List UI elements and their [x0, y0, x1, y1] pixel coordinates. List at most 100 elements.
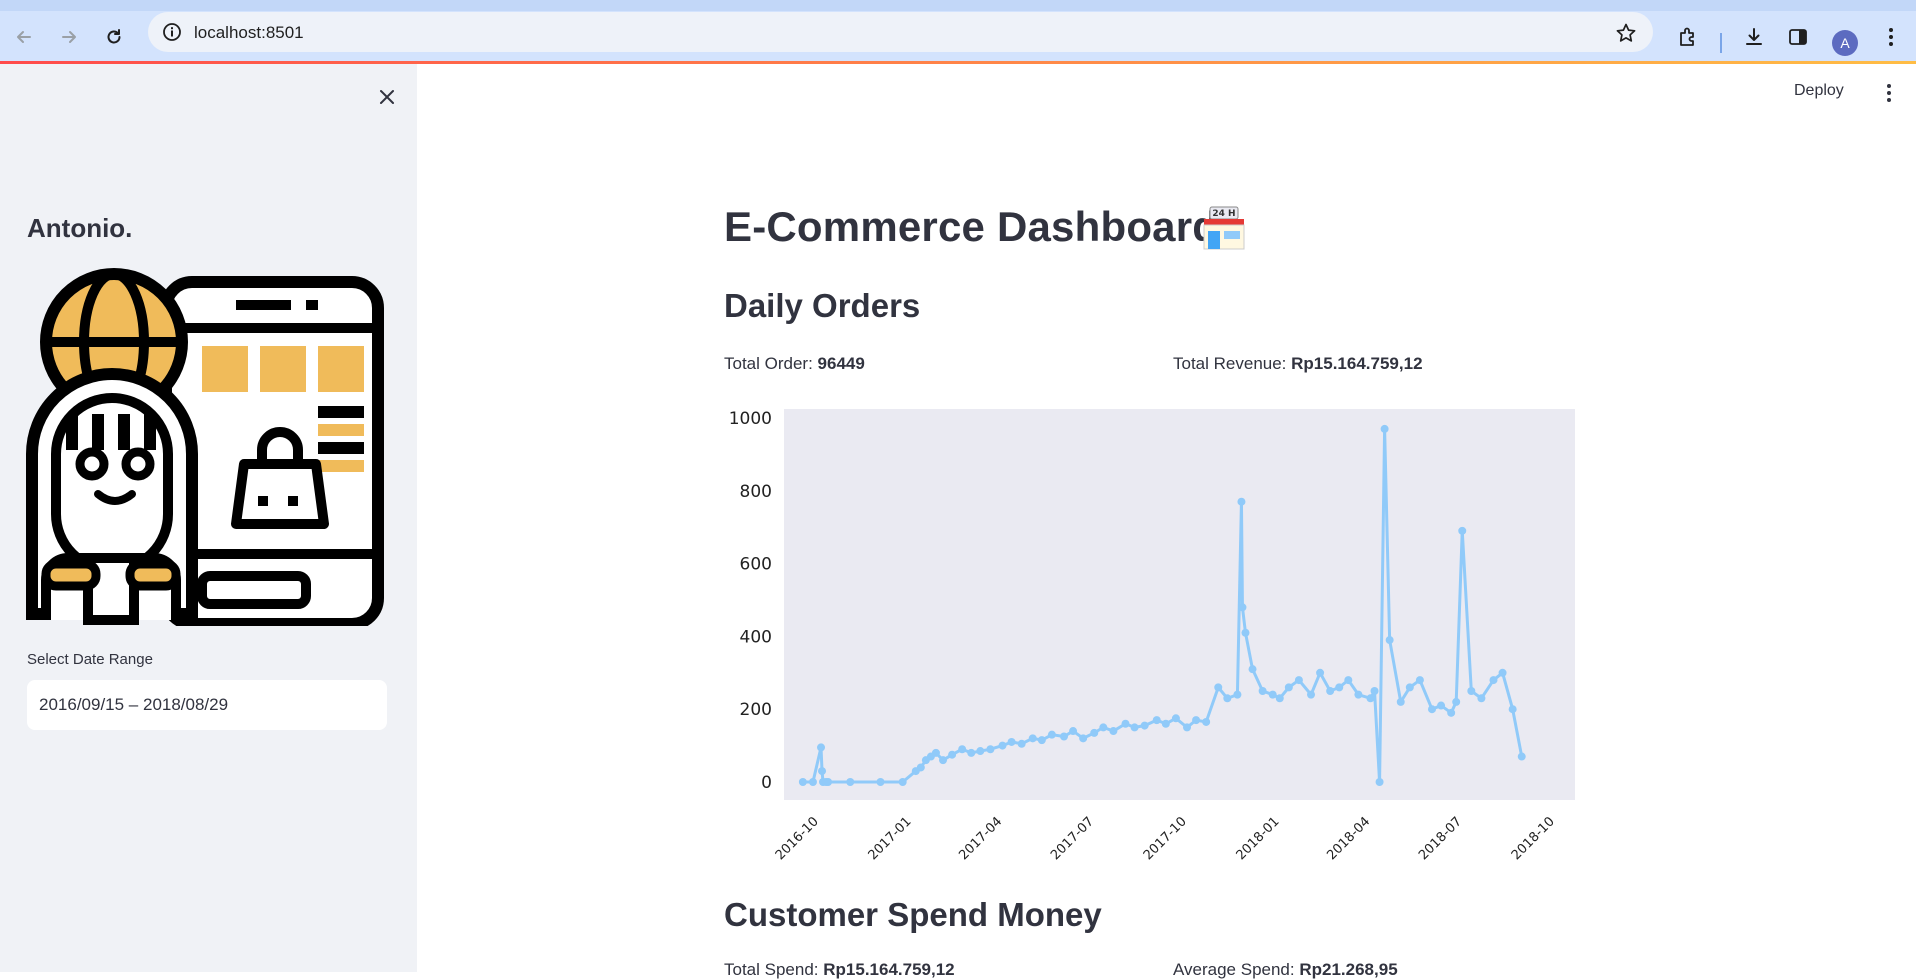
- data-point: [1223, 694, 1232, 703]
- total-order-metric: Total Order: 96449: [724, 354, 865, 374]
- data-point: [1517, 752, 1526, 761]
- data-point: [808, 778, 817, 786]
- data-point: [967, 748, 976, 757]
- data-point: [1307, 690, 1316, 699]
- forward-icon[interactable]: [55, 23, 83, 51]
- data-point: [1447, 708, 1456, 717]
- deploy-button[interactable]: Deploy: [1794, 82, 1844, 100]
- data-point: [1121, 719, 1130, 728]
- data-point: [1375, 778, 1384, 786]
- data-point: [986, 745, 995, 754]
- data-point: [1059, 732, 1068, 741]
- download-icon[interactable]: [1740, 23, 1768, 51]
- y-tick-label: 1000: [729, 409, 772, 429]
- x-tick-label: 2018-07: [1416, 814, 1465, 860]
- x-tick-label: 2018-01: [1234, 814, 1283, 860]
- data-point: [1099, 723, 1108, 732]
- data-point: [1171, 714, 1180, 723]
- data-point: [1370, 687, 1379, 695]
- data-point: [1037, 736, 1046, 745]
- data-point: [939, 756, 948, 765]
- date-range-input[interactable]: 2016/09/15 – 2018/08/29: [27, 680, 387, 730]
- data-point: [1385, 636, 1394, 645]
- data-point: [998, 741, 1007, 750]
- browser-chrome: localhost:8501 A: [0, 0, 1916, 62]
- data-point: [1467, 687, 1476, 695]
- y-tick-label: 800: [740, 482, 772, 502]
- svg-text:24 H: 24 H: [1212, 209, 1235, 219]
- y-tick-label: 400: [740, 627, 772, 647]
- average-spend-metric: Average Spend: Rp21.268,95: [1173, 960, 1398, 980]
- data-point: [1007, 737, 1016, 746]
- tab-strip: [0, 0, 1916, 11]
- app-menu-icon[interactable]: [1880, 80, 1898, 106]
- data-point: [846, 778, 855, 786]
- data-point: [1335, 683, 1344, 692]
- data-point: [1294, 676, 1303, 685]
- daily-orders-heading: Daily Orders: [724, 287, 921, 324]
- data-point: [1427, 705, 1436, 714]
- browser-menu-icon[interactable]: [1877, 23, 1905, 51]
- data-point: [1316, 668, 1325, 677]
- url-text[interactable]: localhost:8501: [194, 23, 304, 43]
- x-tick-label: 2018-10: [1509, 814, 1558, 860]
- page-title: E-Commerce Dashboard: [724, 203, 1219, 250]
- total-order-label: Total Order:: [724, 354, 813, 373]
- total-spend-value: Rp15.164.759,12: [823, 960, 955, 979]
- data-point: [1152, 716, 1161, 725]
- data-point: [1069, 727, 1078, 736]
- data-point: [1192, 716, 1201, 725]
- average-spend-label: Average Spend:: [1173, 960, 1295, 979]
- data-point: [1161, 719, 1170, 728]
- data-point: [1284, 683, 1293, 692]
- total-spend-label: Total Spend:: [724, 960, 819, 979]
- plot-area: [784, 409, 1575, 800]
- data-point: [1489, 676, 1498, 685]
- x-tick-label: 2017-10: [1141, 814, 1190, 860]
- data-point: [1366, 694, 1375, 703]
- date-range-label: Select Date Range: [27, 651, 153, 668]
- data-point: [1017, 739, 1026, 748]
- data-point: [898, 778, 907, 786]
- profile-avatar[interactable]: A: [1832, 30, 1858, 56]
- total-order-value: 96449: [817, 354, 865, 373]
- total-revenue-value: Rp15.164.759,12: [1291, 354, 1423, 373]
- convenience-store-icon: 24 H: [1200, 205, 1248, 253]
- side-panel-icon[interactable]: [1784, 23, 1812, 51]
- data-point: [1405, 683, 1414, 692]
- browser-toolbar: localhost:8501 A: [0, 11, 1916, 62]
- data-point: [976, 747, 985, 756]
- total-revenue-label: Total Revenue:: [1173, 354, 1287, 373]
- y-tick-label: 200: [740, 700, 772, 720]
- x-tick-label: 2017-01: [866, 814, 915, 860]
- data-point: [1047, 730, 1056, 739]
- data-point: [948, 750, 957, 759]
- data-point: [798, 778, 807, 786]
- x-tick-label: 2018-04: [1324, 814, 1373, 860]
- bookmark-star-icon[interactable]: [1615, 22, 1637, 44]
- data-point: [1268, 690, 1277, 699]
- y-tick-label: 600: [740, 555, 772, 575]
- data-point: [824, 778, 833, 786]
- data-point: [1380, 424, 1389, 433]
- address-bar[interactable]: localhost:8501: [148, 12, 1653, 52]
- sidebar-brand: Antonio.: [27, 213, 133, 243]
- data-point: [958, 745, 967, 754]
- close-sidebar-icon[interactable]: [374, 84, 400, 110]
- data-point: [1326, 687, 1335, 695]
- x-tick-label: 2016-10: [773, 814, 822, 860]
- site-info-icon[interactable]: [162, 22, 182, 42]
- data-point: [1140, 721, 1149, 730]
- back-icon[interactable]: [10, 23, 38, 51]
- data-point: [1237, 497, 1246, 506]
- reload-icon[interactable]: [100, 23, 128, 51]
- daily-orders-chart: 0 200 400 600 800 1000 2016-10 2017-01 2017-04 20…: [729, 409, 1575, 860]
- extensions-icon[interactable]: [1674, 23, 1702, 51]
- data-point: [1415, 676, 1424, 685]
- total-revenue-metric: Total Revenue: Rp15.164.759,12: [1173, 354, 1423, 374]
- data-point: [1130, 723, 1139, 732]
- sidebar: Antonio. Select Date Range 2016/09/15 – …: [0, 64, 417, 972]
- data-point: [931, 748, 940, 757]
- data-point: [1238, 603, 1247, 612]
- x-tick-label: 2017-07: [1048, 814, 1097, 860]
